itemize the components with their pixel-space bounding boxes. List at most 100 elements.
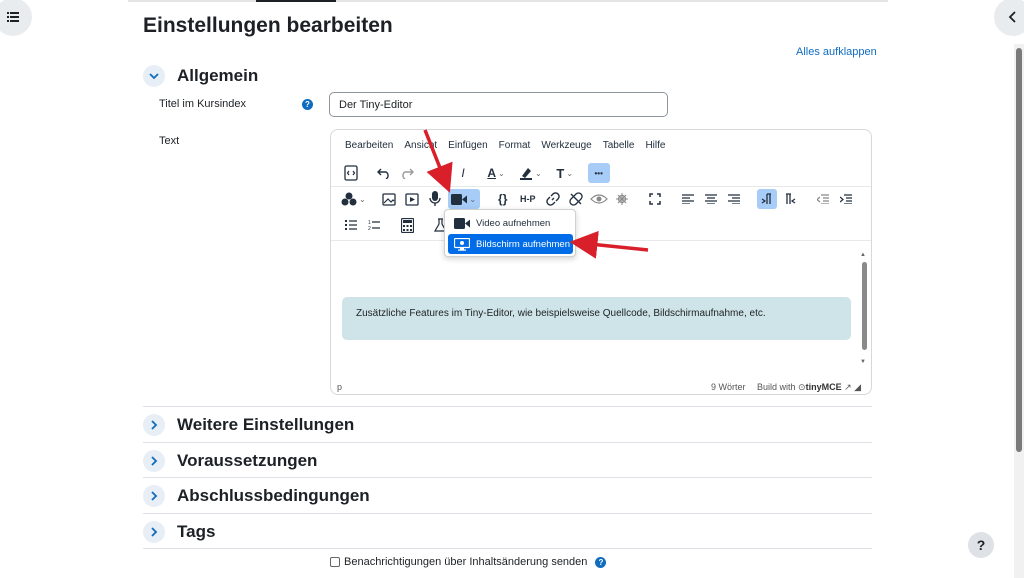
align-center-button[interactable]	[701, 189, 721, 209]
chevron-right-icon[interactable]	[143, 521, 165, 543]
section-restrictions-label: Voraussetzungen	[177, 451, 318, 470]
numbered-list-icon: 12	[368, 220, 380, 231]
rtl-button[interactable]	[780, 189, 800, 209]
editor-menubar: Bearbeiten Ansicht Einfügen Format Werkz…	[345, 140, 676, 151]
menu-edit[interactable]: Bearbeiten	[345, 140, 393, 151]
record-video-menu-item[interactable]: Video aufnehmen	[448, 213, 573, 233]
align-right-icon	[727, 194, 740, 204]
equation-button[interactable]	[397, 215, 417, 235]
section-completion-header[interactable]: Abschlussbedingungen	[143, 485, 370, 507]
rtl-icon	[785, 193, 796, 204]
editor-content-area[interactable]: Zusätzliche Features im Tiny-Editor, wie…	[331, 242, 871, 382]
chevron-right-icon[interactable]	[143, 414, 165, 436]
menu-insert[interactable]: Einfügen	[448, 140, 487, 151]
media-button[interactable]	[402, 189, 422, 209]
chevron-right-icon[interactable]	[143, 450, 165, 472]
highlight-color-button[interactable]: ⌄	[519, 163, 542, 183]
section-divider	[143, 406, 872, 407]
undo-icon	[377, 168, 389, 179]
code-braces-button[interactable]: {}	[493, 189, 513, 209]
external-link-icon: ↗	[844, 382, 852, 392]
content-bank-button[interactable]: ⌄	[341, 189, 366, 209]
numbered-list-button[interactable]: 12	[364, 215, 384, 235]
preview-button[interactable]	[589, 189, 609, 209]
section-more-header[interactable]: Weitere Einstellungen	[143, 414, 354, 436]
italic-button[interactable]: I	[453, 163, 473, 183]
menu-help[interactable]: Hilfe	[645, 140, 665, 151]
record-video-label: Video aufnehmen	[476, 217, 551, 229]
tiny-editor: Bearbeiten Ansicht Einfügen Format Werkz…	[330, 129, 872, 395]
outdent-icon	[816, 194, 829, 204]
font-color-button[interactable]: A ⌄	[486, 163, 506, 183]
section-more-label: Weitere Einstellungen	[177, 415, 355, 434]
image-button[interactable]	[379, 189, 399, 209]
indent-button[interactable]	[836, 189, 856, 209]
chevron-down-icon: ⌄	[535, 168, 542, 178]
block-drawer-toggle-button[interactable]	[994, 0, 1024, 36]
font-size-button[interactable]: T ⌄	[555, 163, 575, 183]
source-code-button[interactable]	[341, 163, 361, 183]
toolbar-row-3: 12	[341, 215, 453, 235]
page-scrollbar-thumb[interactable]	[1016, 48, 1022, 452]
align-right-button[interactable]	[724, 189, 744, 209]
more-toolbar-button[interactable]: •••	[587, 163, 610, 183]
outdent-button[interactable]	[813, 189, 833, 209]
chevron-down-icon: ⌄	[359, 194, 366, 204]
ltr-button[interactable]	[756, 189, 777, 209]
menu-format[interactable]: Format	[499, 140, 531, 151]
editor-statusbar: p 9 Wörter Build with ⊙tinyMCE ↗ ◢	[331, 378, 871, 395]
editor-scrollbar[interactable]: ▲ ▼	[860, 252, 867, 372]
bold-button[interactable]: B	[430, 163, 450, 183]
help-button[interactable]: ?	[968, 532, 994, 558]
notify-changes-checkbox[interactable]	[330, 557, 340, 567]
help-icon[interactable]: ?	[302, 99, 313, 110]
tinymce-logo-icon: ⊙	[798, 382, 806, 392]
record-audio-button[interactable]	[425, 189, 445, 209]
course-index-toggle-button[interactable]	[0, 0, 32, 36]
undo-button[interactable]	[374, 163, 394, 183]
media-icon	[405, 192, 419, 206]
scroll-up-icon[interactable]: ▲	[860, 252, 866, 258]
tinymce-brand[interactable]: tinyMCE	[806, 382, 842, 392]
build-with-label: Build with	[757, 382, 796, 392]
help-icon[interactable]: ?	[595, 556, 607, 568]
tab-underline	[128, 0, 888, 2]
align-left-button[interactable]	[678, 189, 698, 209]
record-video-button[interactable]: ⌄	[447, 189, 480, 209]
chevron-down-icon[interactable]	[143, 65, 165, 87]
word-count[interactable]: 9 Wörter	[711, 382, 746, 392]
course-index-title-input[interactable]	[329, 92, 668, 117]
chevron-left-icon	[1008, 11, 1016, 23]
resize-handle-icon[interactable]: ◢	[854, 382, 861, 392]
unlink-button[interactable]	[566, 189, 586, 209]
section-completion-label: Abschlussbedingungen	[177, 486, 370, 505]
menu-view[interactable]: Ansicht	[404, 140, 437, 151]
scroll-down-icon[interactable]: ▼	[860, 359, 866, 365]
svg-text:2: 2	[368, 226, 371, 231]
h5p-button[interactable]: H-P	[516, 189, 540, 209]
bullet-list-button[interactable]	[341, 215, 361, 235]
expand-all-link[interactable]: Alles aufklappen	[796, 46, 877, 58]
video-camera-icon	[454, 217, 470, 229]
link-button[interactable]	[543, 189, 563, 209]
section-restrictions-header[interactable]: Voraussetzungen	[143, 450, 317, 472]
calculator-icon	[400, 217, 414, 233]
notify-changes-label[interactable]: Benachrichtigungen über Inhaltsänderung …	[344, 556, 587, 568]
record-screen-menu-item[interactable]: Bildschirm aufnehmen	[448, 234, 573, 254]
highlighter-icon	[520, 168, 532, 180]
fullscreen-button[interactable]	[645, 189, 665, 209]
screen-record-icon	[454, 237, 470, 251]
bullet-list-icon	[345, 220, 357, 230]
align-left-icon	[681, 194, 694, 204]
element-path[interactable]: p	[337, 382, 342, 392]
section-general-header[interactable]: Allgemein	[143, 65, 258, 87]
menu-table[interactable]: Tabelle	[603, 140, 635, 151]
cubes-icon	[341, 192, 357, 206]
redo-button[interactable]	[397, 163, 417, 183]
editor-scrollbar-thumb[interactable]	[862, 262, 867, 350]
chevron-right-icon[interactable]	[143, 485, 165, 507]
section-divider	[143, 513, 872, 514]
accessibility-checker-button[interactable]	[612, 189, 632, 209]
section-tags-header[interactable]: Tags	[143, 521, 215, 543]
menu-tools[interactable]: Werkzeuge	[541, 140, 591, 151]
